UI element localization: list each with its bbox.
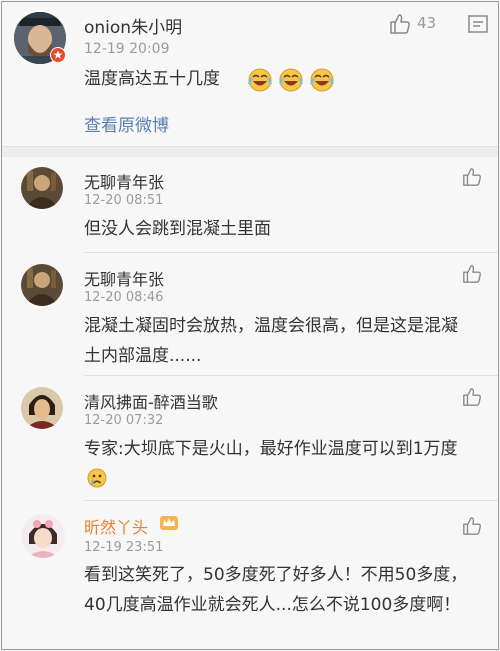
laughing-emoji (279, 68, 303, 92)
reply-username[interactable]: 清风拂面-醉酒当歌 (84, 389, 218, 413)
avatar[interactable] (21, 514, 65, 558)
thumbs-up-icon[interactable] (389, 13, 411, 35)
comment-username[interactable]: onion朱小明 (84, 13, 182, 38)
reply-item: 无聊青年张 12-20 08:51 但没人会跳到混凝土里面 (2, 157, 498, 253)
reply-timestamp: 12-20 08:46 (84, 290, 164, 305)
thumbs-up-icon[interactable] (462, 516, 482, 536)
reply-separator (84, 375, 498, 376)
reply-text: 混凝土凝固时会放热，温度会很高，但是这是混凝土内部温度...... (84, 316, 458, 366)
vip-crown-icon (159, 514, 179, 532)
reply-timestamp: 12-20 07:32 (84, 413, 164, 428)
thumbs-up-icon[interactable] (462, 167, 482, 187)
laughing-emoji (248, 68, 272, 92)
crying-emoji (87, 468, 107, 488)
comment-text-body: 温度高达五十几度 (84, 69, 220, 89)
comment-text: 温度高达五十几度 (84, 64, 220, 94)
avatar[interactable] (21, 264, 63, 306)
main-comment: onion朱小明 12-19 20:09 温度高达五十几度 查看原微博 43 (2, 2, 498, 146)
reply-item: 昕然丫头 12-19 23:51 看到这笑死了，50多度死了好多人！不用50多度… (2, 502, 498, 649)
reply-separator (84, 252, 498, 253)
message-icon[interactable] (468, 15, 488, 33)
reply-username[interactable]: 无聊青年张 (84, 266, 164, 290)
view-original-post-link[interactable]: 查看原微博 (84, 111, 169, 136)
reply-timestamp: 12-20 08:51 (84, 193, 164, 208)
reply-item: 无聊青年张 12-20 08:46 混凝土凝固时会放热，温度会很高，但是这是混凝… (2, 254, 498, 376)
like-count: 43 (417, 14, 437, 32)
avatar[interactable] (21, 167, 63, 209)
reply-username[interactable]: 昕然丫头 (84, 514, 148, 538)
laughing-emoji (310, 68, 334, 92)
comment-timestamp: 12-19 20:09 (84, 41, 170, 57)
section-divider (2, 146, 498, 157)
verified-badge (50, 47, 66, 63)
comment-thread: onion朱小明 12-19 20:09 温度高达五十几度 查看原微博 43 无… (1, 1, 499, 650)
reply-text: 专家:大坝底下是火山，最好作业温度可以到1万度 (84, 434, 474, 494)
thumbs-up-icon[interactable] (462, 264, 482, 284)
reply-item: 清风拂面-醉酒当歌 12-20 07:32 专家:大坝底下是火山，最好作业温度可… (2, 377, 498, 501)
reply-timestamp: 12-19 23:51 (84, 540, 164, 555)
reply-text-body: 专家:大坝底下是火山，最好作业温度可以到1万度 (84, 439, 458, 459)
reply-text: 看到这笑死了，50多度死了好多人！不用50多度，40几度高温作业就会死人...怎… (84, 565, 468, 615)
reply-text: 但没人会跳到混凝土里面 (84, 219, 271, 239)
reply-separator (84, 500, 498, 501)
reply-username[interactable]: 无聊青年张 (84, 169, 164, 193)
thumbs-up-icon[interactable] (462, 387, 482, 407)
avatar[interactable] (21, 387, 63, 429)
